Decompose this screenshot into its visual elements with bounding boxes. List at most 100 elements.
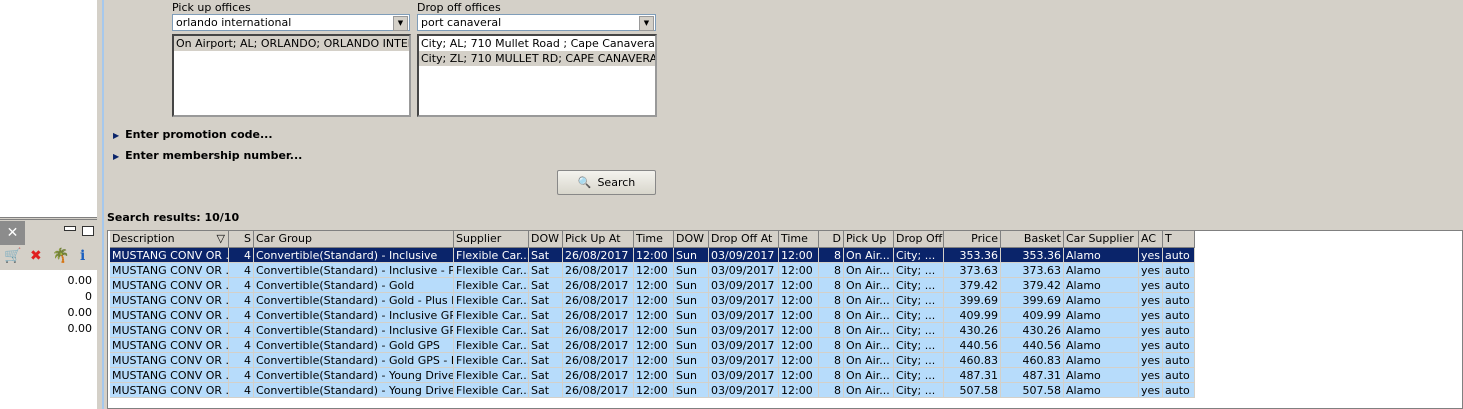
table-row[interactable]: MUSTANG CONV OR ... 4 Convertible(Standard… xyxy=(110,383,1195,398)
column-header[interactable]: Car Supplier xyxy=(1064,231,1139,248)
dropoff-label: Drop off offices xyxy=(417,1,501,14)
palm-tree-icon[interactable]: 🌴 xyxy=(52,248,69,264)
column-header[interactable]: Price xyxy=(944,231,1001,248)
column-header[interactable]: T xyxy=(1163,231,1195,248)
table-cell: MUSTANG CONV OR ... xyxy=(110,293,229,308)
list-item[interactable]: City; ZL; 710 MULLET RD; CAPE CANAVERAL;… xyxy=(419,51,655,66)
table-cell: 460.83 xyxy=(1001,353,1064,368)
table-cell: 03/09/2017 xyxy=(709,383,779,398)
table-cell: On Air... xyxy=(844,383,894,398)
table-cell: 26/08/2017 xyxy=(563,278,634,293)
table-cell: MUSTANG CONV OR ... xyxy=(110,263,229,278)
column-header[interactable]: DOW xyxy=(674,231,709,248)
table-cell: Alamo xyxy=(1064,308,1139,323)
delete-icon[interactable]: ✖ xyxy=(30,248,42,264)
table-cell: Convertible(Standard) - Inclusive xyxy=(254,248,454,263)
dropoff-list[interactable]: City; AL; 710 Mullet Road ; Cape Canaver… xyxy=(417,34,657,117)
table-cell: yes xyxy=(1139,308,1163,323)
column-header[interactable]: Supplier xyxy=(454,231,529,248)
table-row[interactable]: MUSTANG CONV OR ... 4 Convertible(Standard… xyxy=(110,368,1195,383)
table-cell: City; ... xyxy=(894,248,944,263)
list-item[interactable]: City; AL; 710 Mullet Road ; Cape Canaver… xyxy=(419,36,655,51)
column-header[interactable]: Car Group xyxy=(254,231,454,248)
column-header[interactable]: D xyxy=(819,231,844,248)
table-cell: Flexible Car... xyxy=(454,323,529,338)
promotion-code-expander[interactable]: ▶ Enter promotion code... xyxy=(113,128,273,141)
column-header[interactable]: Description ▽ xyxy=(110,231,229,248)
table-cell: Convertible(Standard) - Inclusive GPS... xyxy=(254,323,454,338)
chevron-down-icon[interactable]: ▼ xyxy=(639,16,654,31)
table-row[interactable]: MUSTANG CONV OR ... 4 Convertible(Standard… xyxy=(110,353,1195,368)
column-header[interactable]: Pick Up At xyxy=(563,231,634,248)
promo-label: Enter promotion code... xyxy=(125,128,273,141)
column-header[interactable]: S xyxy=(229,231,254,248)
table-cell: 03/09/2017 xyxy=(709,278,779,293)
table-cell: Alamo xyxy=(1064,383,1139,398)
filter-icon[interactable]: ▽ xyxy=(217,231,225,247)
table-cell: 12:00 xyxy=(779,353,819,368)
table-cell: 12:00 xyxy=(634,278,674,293)
table-cell: Convertible(Standard) - Young Driver ... xyxy=(254,368,454,383)
search-button[interactable]: 🔍 Search xyxy=(557,170,656,195)
table-cell: 12:00 xyxy=(779,368,819,383)
column-header[interactable]: DOW xyxy=(529,231,563,248)
table-row[interactable]: MUSTANG CONV OR ... 4 Convertible(Standard… xyxy=(110,293,1195,308)
table-cell: MUSTANG CONV OR ... xyxy=(110,383,229,398)
column-header[interactable]: Drop Off At xyxy=(709,231,779,248)
column-header[interactable]: Drop Off xyxy=(894,231,944,248)
chevron-down-icon[interactable]: ▼ xyxy=(393,16,408,31)
column-header[interactable]: Basket xyxy=(1001,231,1064,248)
column-header[interactable]: AC xyxy=(1139,231,1163,248)
pickup-list[interactable]: On Airport; AL; ORLANDO; ORLANDO INTER..… xyxy=(172,34,411,117)
table-cell: Sat xyxy=(529,368,563,383)
table-row[interactable]: MUSTANG CONV OR ... 4 Convertible(Standard… xyxy=(110,263,1195,278)
table-cell: 487.31 xyxy=(944,368,1001,383)
maximize-icon[interactable] xyxy=(82,226,94,236)
table-cell: Sat xyxy=(529,308,563,323)
splitter[interactable] xyxy=(97,0,104,409)
table-cell: 8 xyxy=(819,368,844,383)
table-cell: Sun xyxy=(674,308,709,323)
table-cell: 4 xyxy=(229,308,254,323)
minimize-icon[interactable] xyxy=(64,226,76,231)
info-icon[interactable]: i xyxy=(80,248,85,264)
table-cell: Flexible Car... xyxy=(454,368,529,383)
results-grid: Description ▽ S Car Group Supplier DOW Pick Up… xyxy=(107,230,1463,409)
table-cell: auto xyxy=(1163,353,1195,368)
list-item[interactable]: On Airport; AL; ORLANDO; ORLANDO INTER..… xyxy=(174,36,409,51)
column-header[interactable]: Time xyxy=(634,231,674,248)
table-cell: Alamo xyxy=(1064,263,1139,278)
add-to-cart-icon[interactable]: 🛒 xyxy=(4,248,21,264)
value: 0 xyxy=(85,290,92,303)
table-cell: yes xyxy=(1139,278,1163,293)
column-header[interactable]: Pick Up xyxy=(844,231,894,248)
table-row[interactable]: MUSTANG CONV OR ... 4 Convertible(Standard… xyxy=(110,308,1195,323)
search-globe-icon: 🔍 xyxy=(577,176,592,189)
table-cell: yes xyxy=(1139,263,1163,278)
table-cell: 26/08/2017 xyxy=(563,248,634,263)
table-cell: 379.42 xyxy=(944,278,1001,293)
table-cell: 8 xyxy=(819,308,844,323)
table-row[interactable]: MUSTANG CONV OR ... 4 Convertible(Standard… xyxy=(110,278,1195,293)
table-row[interactable]: MUSTANG CONV OR ... 4 Convertible(Standard… xyxy=(110,248,1195,263)
table-cell: Convertible(Standard) - Gold xyxy=(254,278,454,293)
table-cell: Flexible Car... xyxy=(454,248,529,263)
close-tab-icon[interactable]: ✕ xyxy=(0,221,25,245)
table-cell: auto xyxy=(1163,293,1195,308)
table-cell: 12:00 xyxy=(634,323,674,338)
table-cell: 8 xyxy=(819,353,844,368)
table-cell: 12:00 xyxy=(779,263,819,278)
table-cell: 12:00 xyxy=(634,263,674,278)
pickup-combo[interactable]: orlando international ▼ xyxy=(172,14,410,31)
table-cell: 26/08/2017 xyxy=(563,338,634,353)
dropoff-combo[interactable]: port canaveral ▼ xyxy=(417,14,656,31)
table-cell: 409.99 xyxy=(1001,308,1064,323)
column-header[interactable]: Time xyxy=(779,231,819,248)
table-row[interactable]: MUSTANG CONV OR ... 4 Convertible(Standard… xyxy=(110,323,1195,338)
table-cell: Sun xyxy=(674,293,709,308)
table-cell: 379.42 xyxy=(1001,278,1064,293)
table-row[interactable]: MUSTANG CONV OR ... 4 Convertible(Standard… xyxy=(110,338,1195,353)
triangle-right-icon: ▶ xyxy=(113,131,120,140)
membership-expander[interactable]: ▶ Enter membership number... xyxy=(113,149,302,162)
left-panel-top xyxy=(0,0,98,218)
